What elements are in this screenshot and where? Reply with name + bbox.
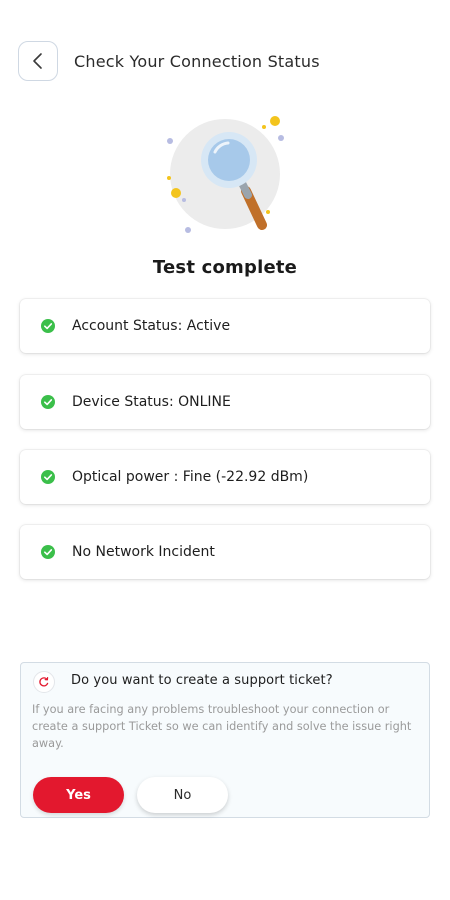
support-icon [33,671,55,693]
status-item-network-incident: No Network Incident [20,525,430,579]
status-item-label: Optical power : Fine (-22.92 dBm) [72,469,309,485]
ticket-description: If you are facing any problems troublesh… [32,703,412,750]
status-item-label: No Network Incident [72,544,215,560]
check-circle-icon [41,545,55,559]
status-item-label: Device Status: ONLINE [72,394,231,410]
status-item-label: Account Status: Active [72,318,231,334]
test-result-title: Test complete [152,257,298,278]
check-circle-icon [41,319,55,333]
page-title: Check Your Connection Status [74,52,320,71]
status-item-device: Device Status: ONLINE [20,375,430,429]
header: Check Your Connection Status [0,0,450,120]
check-circle-icon [41,395,55,409]
connection-status-screen: Check Your Connection Status Test comple… [0,0,450,900]
ticket-question: Do you want to create a support ticket? [71,673,333,688]
status-item-account: Account Status: Active [20,299,430,353]
check-circle-icon [41,470,55,484]
status-item-optical-power: Optical power : Fine (-22.92 dBm) [20,450,430,504]
no-button[interactable]: No [137,777,228,813]
support-ticket-card: Do you want to create a support ticket? … [20,662,430,818]
back-button[interactable] [18,41,58,81]
yes-button[interactable]: Yes [33,777,124,813]
chevron-left-icon [33,53,42,69]
magnifying-glass-icon [160,112,290,240]
